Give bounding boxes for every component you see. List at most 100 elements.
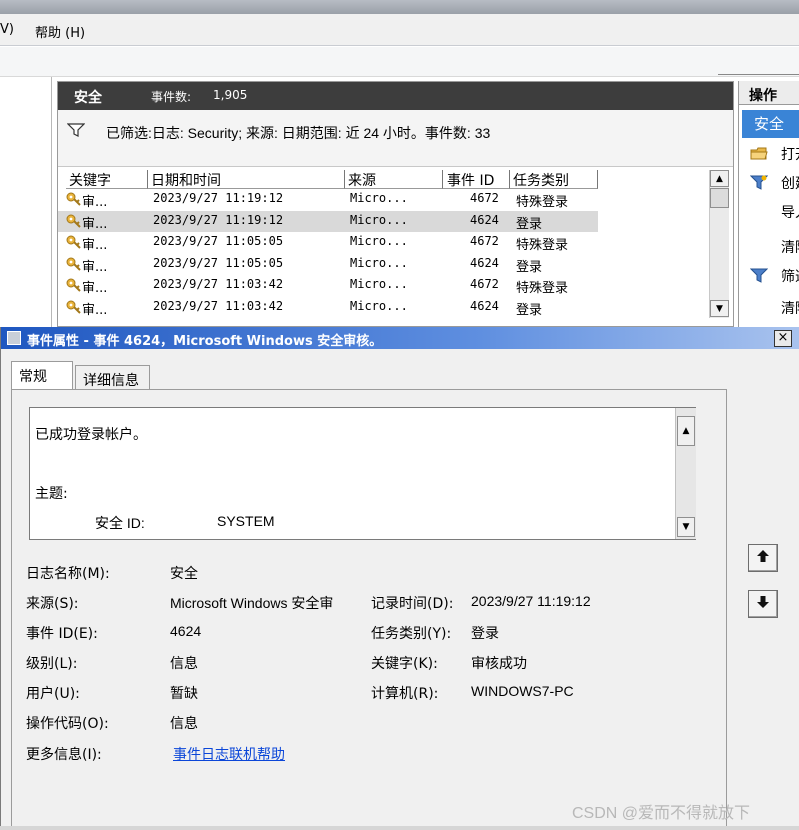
- action-import[interactable]: 导入: [739, 200, 799, 226]
- log-title: 安全: [74, 90, 102, 106]
- computer-value: WINDOWS7-PC: [471, 683, 574, 699]
- filter-icon: [66, 123, 86, 141]
- online-help-link[interactable]: 事件日志联机帮助: [173, 744, 285, 764]
- cell-datetime: 2023/9/27 11:05:05: [153, 234, 284, 248]
- source-value: Microsoft Windows 安全审: [170, 595, 334, 611]
- actions-section-security[interactable]: 安全: [742, 110, 799, 138]
- event-list-scrollbar[interactable]: ▲ ▼: [709, 170, 729, 318]
- cell-event-id: 4624: [470, 255, 499, 270]
- close-button[interactable]: ×: [774, 330, 792, 347]
- cell-category: 特殊登录: [516, 281, 569, 296]
- key-icon: [66, 257, 82, 275]
- scroll-up-button[interactable]: ▲: [710, 170, 729, 187]
- cell-category: 登录: [516, 259, 543, 275]
- action-filter[interactable]: 筛选: [739, 264, 799, 290]
- key-icon: [66, 278, 82, 296]
- event-list-header: 安全 事件数: 1,905: [58, 82, 733, 110]
- cell-source: Micro...: [350, 212, 408, 227]
- cell-datetime: 2023/9/27 11:19:12: [153, 212, 284, 227]
- next-event-button[interactable]: [748, 590, 778, 618]
- keywords-label: 关键字(K):: [371, 656, 438, 672]
- description-scrollbar[interactable]: ▲ ▼: [675, 408, 696, 539]
- column-header-source[interactable]: 来源: [345, 170, 443, 189]
- dialog-bottom-edge: [0, 826, 799, 830]
- event-count: 1,905: [213, 88, 248, 102]
- cell-event-id: 4624: [470, 212, 499, 227]
- cell-category: 特殊登录: [516, 195, 569, 210]
- table-row[interactable]: 审... 2023/9/27 11:03:42 Micro... 4624 登录: [58, 297, 598, 319]
- event-id-value: 4624: [170, 623, 202, 639]
- cell-source: Micro...: [350, 255, 408, 270]
- log-name-value: 安全: [170, 565, 198, 581]
- description-scroll-up[interactable]: ▲: [677, 416, 695, 446]
- cell-keyword: 审...: [82, 281, 108, 296]
- menu-view[interactable]: V): [0, 22, 14, 37]
- keywords-value: 审核成功: [471, 655, 527, 671]
- column-header-event-id[interactable]: 事件 ID: [443, 170, 510, 189]
- table-row[interactable]: 审... 2023/9/27 11:19:12 Micro... 4672 特殊登录: [58, 189, 598, 211]
- cell-keyword: 审...: [82, 195, 108, 210]
- opcode-label: 操作代码(O):: [26, 716, 109, 732]
- cell-datetime: 2023/9/27 11:05:05: [153, 255, 284, 270]
- cell-event-id: 4672: [470, 277, 499, 291]
- action-clear-label: 清除: [781, 240, 799, 256]
- cell-category: 登录: [516, 216, 543, 232]
- column-header-category[interactable]: 任务类别: [510, 170, 598, 189]
- action-clear[interactable]: 清除: [739, 235, 799, 261]
- key-icon: [66, 192, 82, 210]
- arrow-down-icon: [756, 595, 770, 613]
- key-icon: [66, 214, 82, 232]
- tab-details[interactable]: 详细信息: [75, 365, 150, 391]
- cell-keyword: 审...: [82, 238, 108, 253]
- event-list-pane: 安全 事件数: 1,905 已筛选:日志: Security; 来源: 日期范围…: [57, 81, 734, 327]
- cell-event-id: 4672: [470, 234, 499, 248]
- toolbar-divider: [718, 74, 799, 75]
- event-description[interactable]: 已成功登录帐户。 主题: 安全 ID: SYSTEM ▲ ▼: [29, 407, 696, 540]
- source-label: 来源(S):: [26, 596, 79, 612]
- navigation-tree-pane[interactable]: [0, 77, 52, 327]
- cell-datetime: 2023/9/27 11:19:12: [153, 191, 284, 205]
- action-clear-filter[interactable]: 清除: [739, 296, 799, 322]
- opcode-value: 信息: [170, 715, 198, 731]
- scroll-down-button[interactable]: ▼: [710, 300, 729, 317]
- filter-create-icon: [749, 175, 769, 194]
- key-icon: [66, 300, 82, 318]
- column-header-keyword[interactable]: 关键字: [66, 170, 148, 189]
- filter-description: 已筛选:日志: Security; 来源: 日期范围: 近 24 小时。事件数:…: [106, 125, 491, 141]
- column-header-datetime[interactable]: 日期和时间: [148, 170, 345, 189]
- event-viewer-icon: [7, 331, 21, 345]
- window-title-bar: [0, 0, 799, 14]
- tab-details-label: 详细信息: [83, 373, 139, 389]
- cell-source: Micro...: [350, 191, 408, 205]
- event-properties-dialog: 事件属性 - 事件 4624，Microsoft Windows 安全审核。 ×…: [0, 327, 799, 830]
- cell-keyword: 审...: [82, 302, 108, 318]
- logged-value: 2023/9/27 11:19:12: [471, 593, 591, 609]
- scroll-thumb[interactable]: [710, 188, 729, 208]
- table-row[interactable]: 审... 2023/9/27 11:05:05 Micro... 4672 特殊登录: [58, 232, 598, 254]
- cell-keyword: 审...: [82, 259, 108, 275]
- actions-title: 操作: [739, 81, 799, 105]
- user-value: 暂缺: [170, 685, 198, 701]
- table-row[interactable]: 审... 2023/9/27 11:03:42 Micro... 4672 特殊登录: [58, 275, 598, 297]
- cell-datetime: 2023/9/27 11:03:42: [153, 298, 284, 313]
- action-create[interactable]: 创建: [739, 171, 799, 197]
- cell-source: Micro...: [350, 298, 408, 313]
- dialog-title-bar[interactable]: 事件属性 - 事件 4624，Microsoft Windows 安全审核。 ×: [1, 327, 799, 349]
- arrow-up-icon: [756, 549, 770, 567]
- description-subject: 主题:: [35, 486, 68, 502]
- previous-event-button[interactable]: [748, 544, 778, 572]
- cell-category: 登录: [516, 302, 543, 318]
- action-filter-label: 筛选: [781, 269, 799, 285]
- menu-help[interactable]: 帮助 (H): [35, 22, 85, 41]
- action-open[interactable]: 打开: [739, 142, 799, 168]
- action-import-label: 导入: [781, 205, 799, 221]
- table-row[interactable]: 审... 2023/9/27 11:05:05 Micro... 4624 登录: [58, 254, 598, 276]
- description-scroll-down[interactable]: ▼: [677, 517, 695, 537]
- user-label: 用户(U):: [26, 686, 80, 702]
- tab-general-label: 常规: [19, 369, 47, 385]
- cell-keyword: 审...: [82, 216, 108, 232]
- cell-category: 特殊登录: [516, 238, 569, 253]
- table-row[interactable]: 审... 2023/9/27 11:19:12 Micro... 4624 登录: [58, 210, 598, 232]
- tab-general[interactable]: 常规: [11, 361, 73, 391]
- toolbar: [0, 47, 799, 77]
